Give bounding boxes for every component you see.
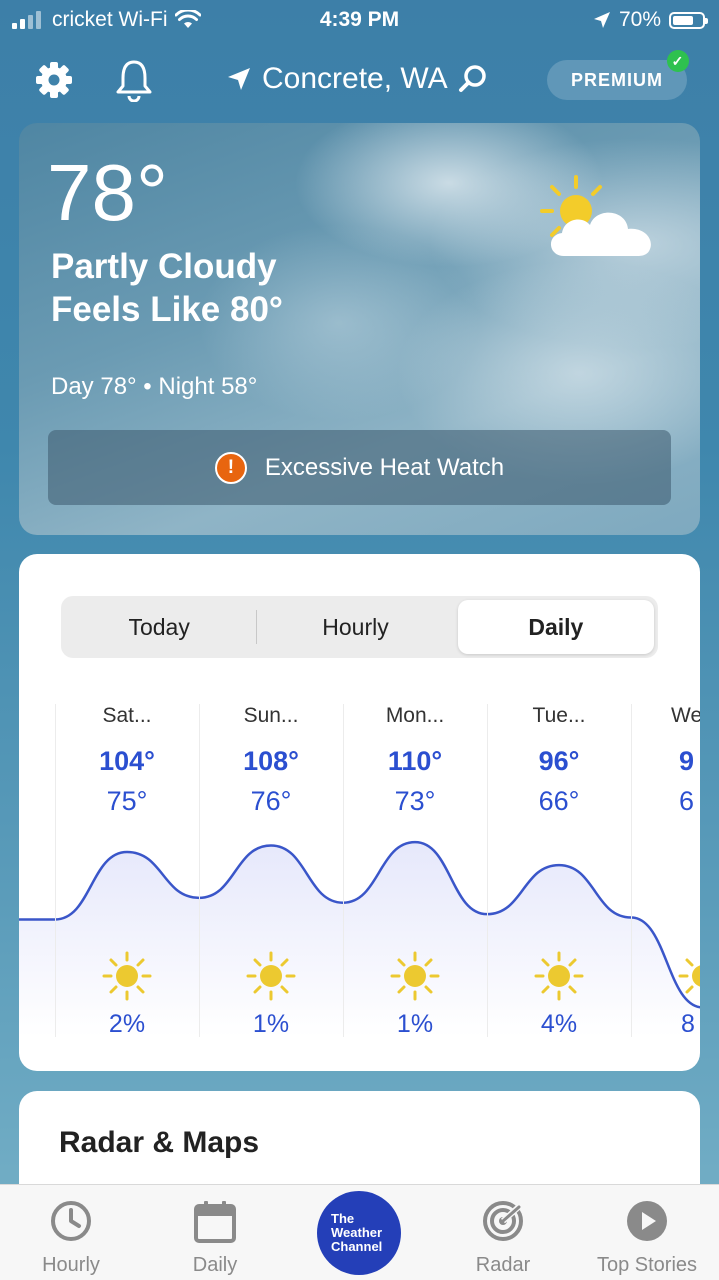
battery-percent: 70% [618, 8, 661, 31]
day-name: Sun... [243, 704, 299, 727]
premium-label: PREMIUM [571, 69, 663, 90]
low-temp: 73° [394, 786, 436, 816]
logo-line: Weather [331, 1225, 383, 1240]
radar-icon [483, 1200, 526, 1241]
day-name: We [671, 704, 700, 727]
tab-bar-label: Top Stories [596, 1254, 698, 1276]
app-header: Concrete, WA PREMIUM ✓ [0, 50, 719, 112]
high-temp: 96° [538, 746, 580, 776]
low-temp: 66° [538, 786, 580, 816]
day-name: Mon... [385, 704, 445, 727]
day-column[interactable]: We 9 6 8 [631, 704, 700, 1038]
logo-line: The [331, 1211, 355, 1226]
low-temp: 75° [106, 786, 148, 816]
search-icon[interactable] [458, 64, 488, 94]
tab-bar-label: Radar [475, 1254, 531, 1276]
day-column[interactable]: Sun... 108° 76° 1% [199, 704, 343, 1038]
precip-chance: 8 [681, 1010, 695, 1038]
day-column[interactable]: Sat... 104° 75° 2% [55, 704, 199, 1038]
precip-chance: 4% [540, 1010, 578, 1038]
day-night-temps: Day 78° • Night 58° [51, 373, 258, 400]
alert-text: Excessive Heat Watch [264, 453, 505, 481]
location-selector[interactable]: Concrete, WA [226, 62, 488, 96]
tab-bar-radar[interactable]: Radar [433, 1199, 573, 1276]
current-condition: Partly Cloudy [51, 247, 277, 286]
premium-button[interactable]: PREMIUM ✓ [547, 50, 689, 100]
logo-line: Channel [331, 1239, 383, 1254]
bottom-tab-bar: Hourly Daily The Weather Channel Radar T… [0, 1184, 719, 1280]
day-name: Tue... [532, 704, 586, 727]
gear-icon[interactable] [34, 60, 74, 100]
day-name: Sat... [102, 704, 152, 727]
status-right: 70% [593, 8, 708, 32]
forecast-tabs: Today Hourly Daily [61, 596, 658, 658]
check-badge-icon: ✓ [667, 50, 689, 72]
sunny-icon [678, 958, 700, 994]
calendar-icon [194, 1201, 236, 1243]
tab-bar-label: Daily [192, 1254, 238, 1276]
weather-alert-banner[interactable]: ! Excessive Heat Watch [48, 430, 671, 505]
current-conditions-card[interactable]: 78° Partly Cloudy Feels Like 80° Day 78°… [19, 123, 700, 535]
battery-fill [673, 15, 693, 25]
radar-maps-title: Radar & Maps [59, 1126, 260, 1159]
low-temp: 6 [679, 786, 695, 816]
tab-hourly[interactable]: Hourly [257, 596, 453, 658]
sunny-icon [102, 951, 152, 1001]
column-divider [631, 704, 632, 1037]
weather-channel-logo[interactable]: The Weather Channel [317, 1191, 401, 1275]
sunny-icon [390, 951, 440, 1001]
sunny-icon [534, 951, 584, 1001]
low-temp: 76° [250, 786, 292, 816]
clock-icon [51, 1201, 91, 1241]
high-temp: 104° [99, 746, 155, 776]
location-name: Concrete, WA [262, 62, 448, 95]
day-column[interactable]: Mon... 110° 73° 1% [343, 704, 487, 1038]
forecast-card: Today Hourly Daily Sat... 104° 75° 2% Su… [19, 554, 700, 1071]
location-arrow-icon [593, 12, 610, 28]
precip-chance: 1% [396, 1010, 434, 1038]
day-column[interactable]: Tue... 96° 66° 4% [487, 704, 631, 1038]
precip-chance: 2% [108, 1010, 146, 1038]
tab-bar-daily[interactable]: Daily [145, 1199, 285, 1276]
current-temperature: 78° [47, 148, 168, 237]
sunny-icon [246, 951, 296, 1001]
high-temp: 110° [387, 746, 443, 776]
battery-icon [669, 11, 708, 29]
high-temp: 9 [679, 746, 695, 776]
tab-bar-hourly[interactable]: Hourly [1, 1199, 141, 1276]
precip-chance: 1% [252, 1010, 290, 1038]
tab-today[interactable]: Today [61, 596, 258, 658]
partly-cloudy-icon [540, 175, 651, 256]
tab-bar-top-stories[interactable]: Top Stories [577, 1199, 717, 1276]
bell-icon[interactable] [114, 58, 154, 102]
high-temp: 108° [243, 746, 299, 776]
tab-daily[interactable]: Daily [457, 600, 654, 654]
status-bar: cricket Wi-Fi 4:39 PM 70% [0, 0, 719, 40]
feels-like: Feels Like 80° [51, 290, 283, 329]
alert-icon: ! [214, 451, 247, 484]
tab-bar-label: Hourly [42, 1254, 100, 1276]
location-arrow-icon [228, 68, 250, 90]
play-icon [627, 1201, 667, 1241]
